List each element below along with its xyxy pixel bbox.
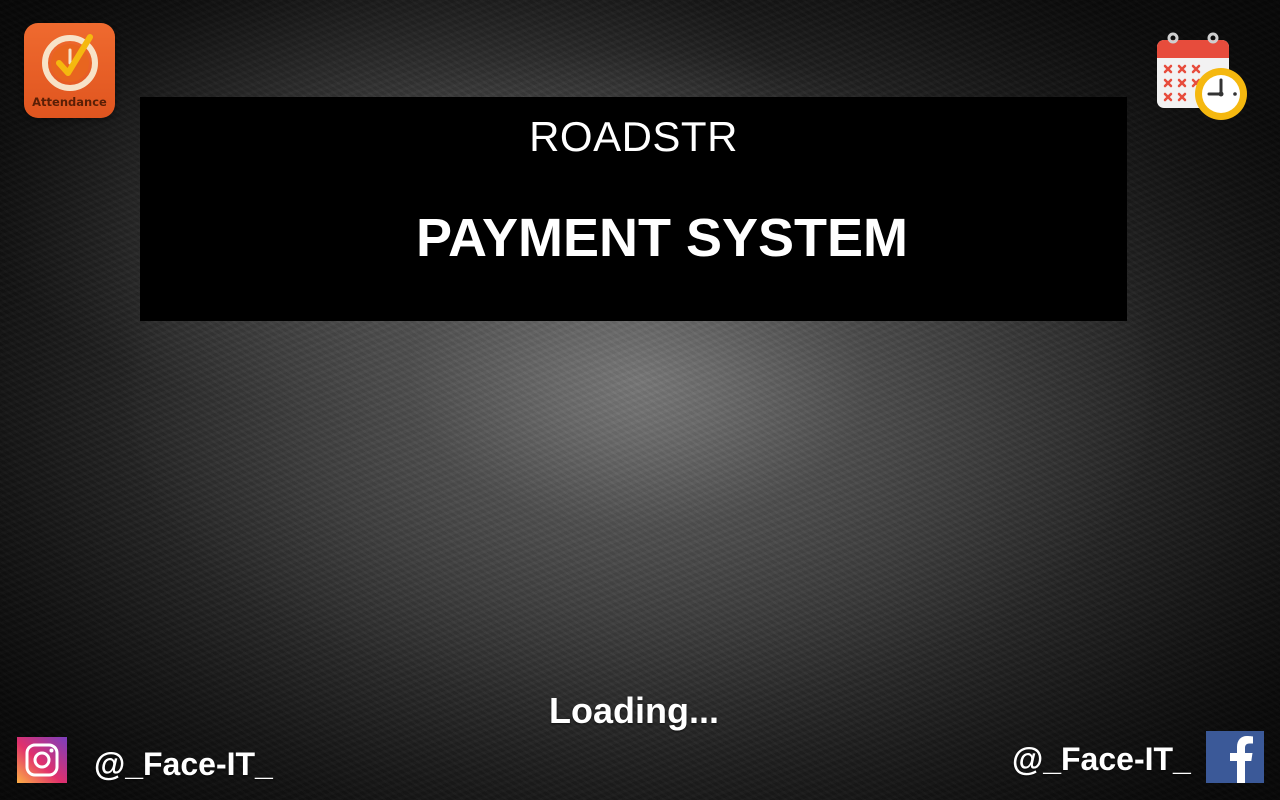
instagram-icon[interactable] — [17, 737, 67, 783]
facebook-icon[interactable] — [1206, 731, 1264, 783]
company-name: ROADSTR — [529, 113, 738, 160]
facebook-handle[interactable]: @_Face-IT_ — [1012, 741, 1191, 778]
attendance-app-icon: Attendance — [24, 23, 115, 118]
header-panel: ROADSTR PAYMENT SYSTEM — [140, 97, 1127, 321]
system-title: PAYMENT SYSTEM — [415, 208, 909, 268]
attendance-clock-check-icon — [42, 34, 98, 91]
calendar-clock-icon — [1155, 32, 1255, 124]
instagram-handle[interactable]: @_Face-IT_ — [94, 746, 273, 783]
attendance-label: Attendance — [32, 95, 107, 109]
loading-text: Loading... — [549, 690, 719, 731]
